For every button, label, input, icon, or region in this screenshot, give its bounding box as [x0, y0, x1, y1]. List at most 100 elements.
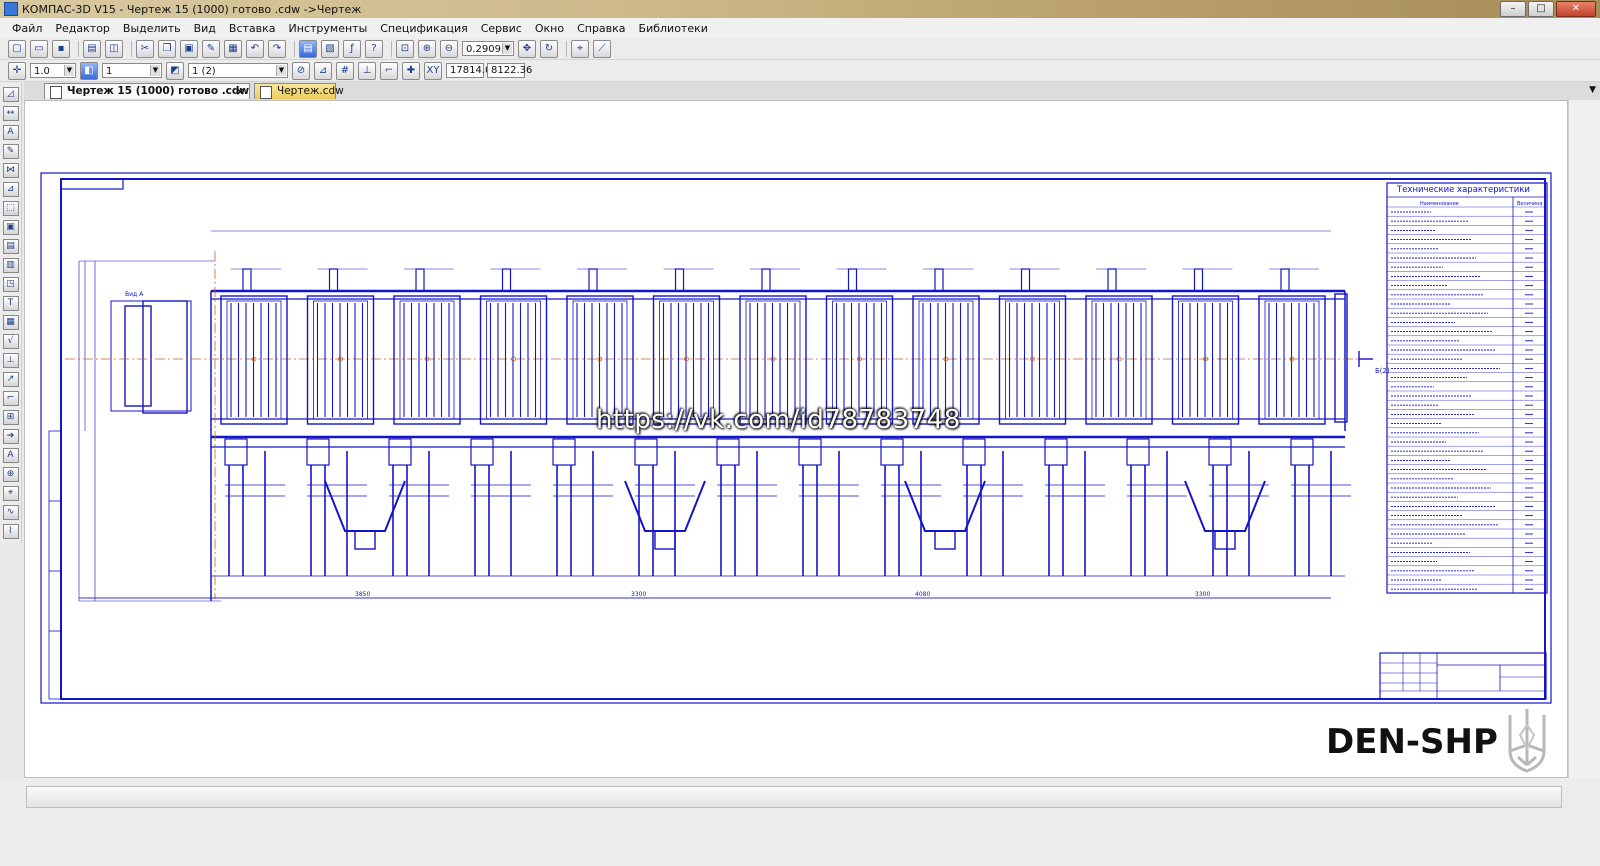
- zoom-out-icon[interactable]: ⊖: [440, 39, 458, 58]
- wave-line-icon[interactable]: ∿: [2, 505, 19, 520]
- properties-icon[interactable]: ▦: [224, 39, 242, 58]
- vertical-scroll-area[interactable]: [1568, 100, 1600, 778]
- toolbar-separator: [566, 40, 567, 57]
- coordinate-y-field[interactable]: 8122.36: [487, 63, 532, 78]
- variables-fx-icon[interactable]: ƒ: [343, 39, 361, 58]
- chevron-down-icon[interactable]: ▼: [276, 65, 286, 76]
- pan-icon[interactable]: ✥: [518, 39, 536, 58]
- view-combo[interactable]: 1 (2) ▼: [188, 63, 288, 78]
- minimize-button[interactable]: –: [1500, 1, 1526, 17]
- tab-drawing-15-label: Чертеж 15 (1000) готово .cdw: [67, 85, 250, 97]
- section-icon[interactable]: A: [2, 448, 19, 463]
- orthogonal-icon[interactable]: ⊿: [314, 61, 332, 80]
- close-tab-icon[interactable]: ×: [236, 84, 245, 99]
- chevron-down-icon[interactable]: ▼: [64, 65, 74, 76]
- tab-drawing-15[interactable]: Чертеж 15 (1000) готово .cdw ×: [44, 83, 250, 99]
- menu-view[interactable]: Вид: [194, 22, 216, 35]
- cut-icon[interactable]: ✂: [136, 39, 154, 58]
- layer-combo[interactable]: 1 ▼: [102, 63, 162, 78]
- zoom-scale-combo[interactable]: 0.2909 ▼: [462, 41, 514, 56]
- window-controls: – □ ✕: [1500, 1, 1596, 17]
- geometry-icon[interactable]: ◿: [2, 87, 19, 102]
- base-icon[interactable]: ⊥: [2, 353, 19, 368]
- coulter: [880, 438, 941, 576]
- xy-coordinates-icon: XY: [424, 61, 442, 80]
- coulter: [470, 438, 531, 576]
- cursor-step-icon[interactable]: ✛: [8, 61, 26, 80]
- parametric-icon[interactable]: ✚: [402, 61, 420, 80]
- local-cs-icon[interactable]: ⊥: [358, 61, 376, 80]
- chevron-down-icon[interactable]: ▼: [502, 43, 512, 54]
- grid-icon[interactable]: #: [336, 61, 354, 80]
- roughness-icon[interactable]: √: [2, 334, 19, 349]
- view-state-icon[interactable]: ◩: [166, 61, 184, 80]
- library-manager-icon[interactable]: ▧: [321, 39, 339, 58]
- zoom-window-icon[interactable]: ⊡: [396, 39, 414, 58]
- zoom-in-icon[interactable]: ⊕: [418, 39, 436, 58]
- editing-icon[interactable]: ✎: [2, 144, 19, 159]
- coordinate-x-field[interactable]: 17814.0: [446, 63, 491, 78]
- dimension-label: 3300: [1195, 591, 1210, 598]
- sheet-corner-box: [60, 178, 124, 190]
- selection-icon[interactable]: ⬚: [2, 201, 19, 216]
- tolerance-icon[interactable]: ⊞: [2, 410, 19, 425]
- format-painter-icon[interactable]: ✎: [202, 39, 220, 58]
- undo-icon[interactable]: ↶: [246, 39, 264, 58]
- cursor-step-combo[interactable]: 1.0 ▼: [30, 63, 76, 78]
- menu-editor[interactable]: Редактор: [55, 22, 110, 35]
- help-pointer-icon[interactable]: ?: [365, 39, 383, 58]
- maximize-button[interactable]: □: [1528, 1, 1554, 17]
- text-icon[interactable]: T: [2, 296, 19, 311]
- menu-insert[interactable]: Вставка: [229, 22, 276, 35]
- chevron-down-icon[interactable]: ▼: [150, 65, 160, 76]
- menu-help[interactable]: Справка: [577, 22, 625, 35]
- dimensions-icon[interactable]: ↔: [2, 106, 19, 121]
- ortho-mode-icon[interactable]: ⌐: [380, 61, 398, 80]
- refresh-icon[interactable]: ↻: [540, 39, 558, 58]
- designations-icon[interactable]: A: [2, 125, 19, 140]
- measure-icon[interactable]: ⟋: [593, 39, 611, 58]
- url-watermark: https://vk.com/id78783748: [596, 405, 961, 435]
- break-line-icon[interactable]: ⌇: [2, 524, 19, 539]
- paste-icon[interactable]: ▣: [180, 39, 198, 58]
- menu-service[interactable]: Сервис: [481, 22, 522, 35]
- layer-value: 1: [106, 66, 113, 77]
- print-icon[interactable]: ▤: [83, 39, 101, 58]
- associative-views-icon[interactable]: ▣: [2, 220, 19, 235]
- drawing-canvas[interactable]: 3850 3300 4080 3300 Вид A Б(2) Техническ…: [24, 100, 1568, 778]
- reports-icon[interactable]: ▥: [2, 258, 19, 273]
- status-area: [0, 778, 1600, 866]
- view-arrow-icon[interactable]: ➔: [2, 429, 19, 444]
- current-state-toolbar: ✛ 1.0 ▼ ◧ 1 ▼ ◩ 1 (2) ▼ ⊘ ⊿ # ⊥ ⌐ ✚ XY 1…: [0, 60, 1600, 82]
- parametrization-icon[interactable]: ⋈: [2, 163, 19, 178]
- leader-icon[interactable]: ↗: [2, 372, 19, 387]
- menu-libraries[interactable]: Библиотеки: [639, 22, 708, 35]
- print-preview-icon[interactable]: ◫: [105, 39, 123, 58]
- save-icon[interactable]: ▪: [52, 39, 70, 58]
- axis-icon[interactable]: ⌖: [2, 486, 19, 501]
- center-mark-icon[interactable]: ⊕: [2, 467, 19, 482]
- tab-drawing[interactable]: Чертеж.cdw: [254, 83, 344, 99]
- insert-icon[interactable]: ◳: [2, 277, 19, 292]
- menu-specification[interactable]: Спецификация: [380, 22, 467, 35]
- snap-icon[interactable]: ⌖: [571, 39, 589, 58]
- toolbar-separator: [294, 40, 295, 57]
- redo-icon[interactable]: ↷: [268, 39, 286, 58]
- menu-window[interactable]: Окно: [535, 22, 564, 35]
- spec-icon[interactable]: ▤: [2, 239, 19, 254]
- measurement-icon[interactable]: ⊿: [2, 182, 19, 197]
- table-icon[interactable]: ▦: [2, 315, 19, 330]
- menu-select[interactable]: Выделить: [123, 22, 181, 35]
- layer-state-icon[interactable]: ◧: [80, 61, 98, 80]
- close-button[interactable]: ✕: [1556, 1, 1596, 17]
- open-folder-icon[interactable]: ▭: [30, 39, 48, 58]
- copy-icon[interactable]: ❐: [158, 39, 176, 58]
- coulter: [798, 438, 859, 576]
- manager-icon[interactable]: ▤: [299, 39, 317, 58]
- new-document-icon[interactable]: ▢: [8, 39, 26, 58]
- position-icon[interactable]: ⌐: [2, 391, 19, 406]
- menu-file[interactable]: Файл: [12, 22, 42, 35]
- menu-tools[interactable]: Инструменты: [289, 22, 368, 35]
- local-snap-icon[interactable]: ⊘: [292, 61, 310, 80]
- tab-list-chevron-icon[interactable]: ▼: [1589, 85, 1596, 95]
